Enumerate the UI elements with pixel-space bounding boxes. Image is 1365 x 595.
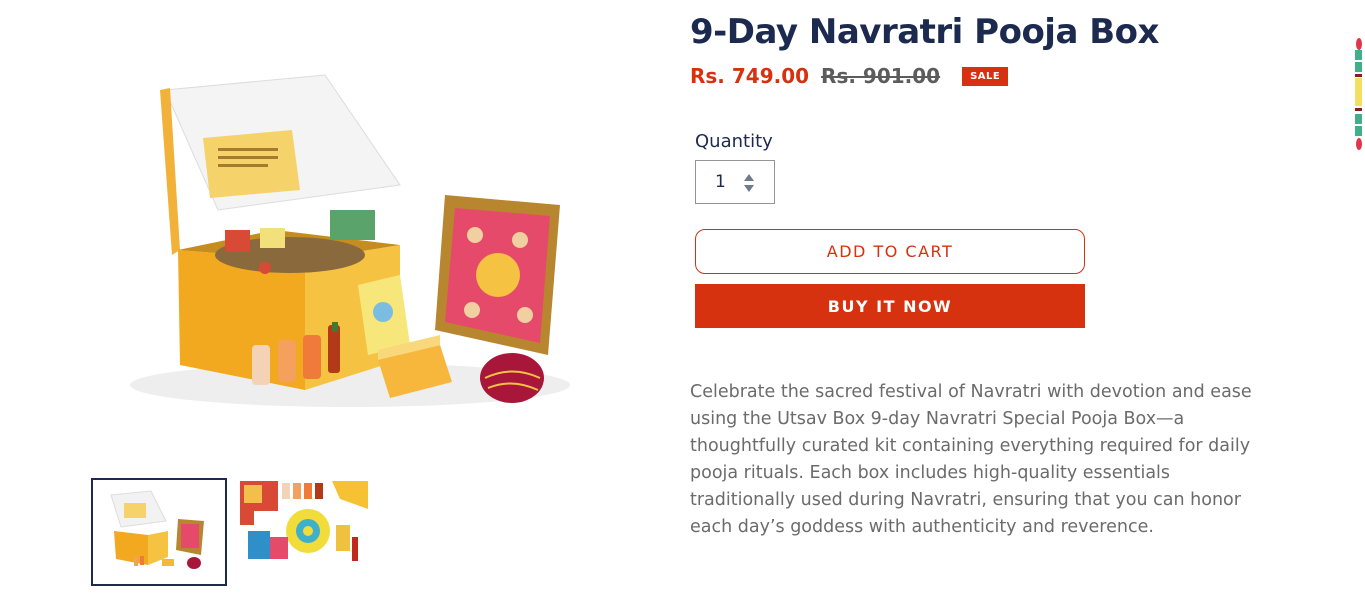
product-description: Celebrate the sacred festival of Navratr… (690, 382, 1252, 537)
stepper-arrows-icon[interactable] (744, 172, 754, 194)
buy-now-button[interactable]: BUY IT NOW (695, 284, 1085, 328)
thumbnail-box-image (96, 483, 222, 581)
quantity-label: Quantity (695, 131, 773, 152)
price-row: Rs. 749.00 Rs. 901.00 SALE (690, 64, 1009, 88)
pooja-box-illustration (130, 74, 570, 407)
gallery-thumbnail-1[interactable] (91, 478, 227, 586)
regular-price: Rs. 901.00 (821, 64, 941, 88)
sale-badge: SALE (962, 66, 1009, 86)
quantity-stepper[interactable]: 1 (695, 160, 775, 204)
quantity-value[interactable]: 1 (715, 172, 726, 192)
sale-price: Rs. 749.00 (690, 64, 810, 88)
thumbnail-flatlay-image (240, 481, 368, 569)
decorative-toran-strip (1355, 38, 1362, 150)
add-to-cart-button[interactable]: ADD TO CART (695, 229, 1085, 274)
product-title: 9-Day Navratri Pooja Box (690, 12, 1159, 52)
product-main-image[interactable] (100, 60, 600, 440)
gallery-thumbnail-2[interactable] (240, 481, 368, 569)
